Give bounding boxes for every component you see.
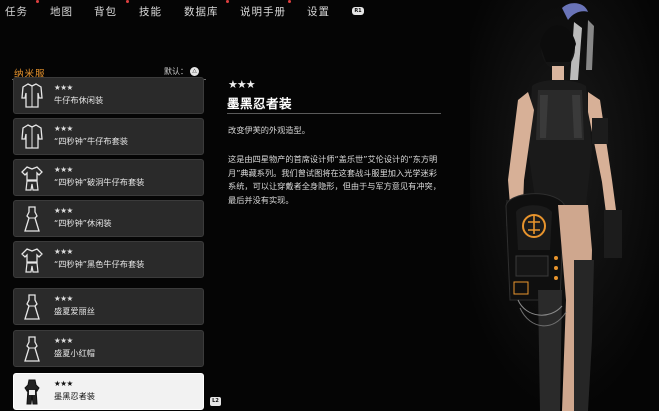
- character-model: [470, 0, 659, 411]
- outfit-item[interactable]: ★★★ 盛夏小红帽: [13, 330, 204, 367]
- ninja-suit-icon: [24, 379, 40, 405]
- default-hint[interactable]: 默认： △: [164, 66, 199, 77]
- outfit-name: 牛仔布休闲装: [54, 95, 104, 105]
- outfit-item[interactable]: ★★★ “四秒钟”牛仔布套装: [13, 118, 204, 155]
- rarity-stars: ★★★: [54, 294, 73, 303]
- outfit-name: 墨黑忍者装: [54, 391, 95, 401]
- dress-icon: [24, 294, 40, 320]
- outfit-item[interactable]: ★★★ 盛夏爱丽丝: [13, 288, 204, 325]
- nav-tab-skills[interactable]: 技能: [139, 4, 162, 19]
- nav-notification-dot: [226, 0, 229, 3]
- shirt-icon: [21, 248, 43, 273]
- outfit-item[interactable]: ★★★ “四秒钟”黑色牛仔布套装: [13, 241, 204, 278]
- nav-tab-database[interactable]: 数据库: [184, 4, 219, 19]
- detail-lore: 这是由四星物产的首席设计师“盖乐世”艾伦设计的“东方明月”典藏系列。我们曾试图将…: [228, 154, 441, 205]
- outfit-item[interactable]: ★★★ “四秒钟”休闲装: [13, 200, 204, 237]
- nav-tab-inventory[interactable]: 背包: [94, 4, 117, 19]
- outfit-name: “四秒钟”休闲装: [54, 218, 112, 228]
- default-label: 默认：: [164, 67, 188, 76]
- outfit-item[interactable]: ★★★ “四秒钟”破洞牛仔布套装: [13, 159, 204, 196]
- shirt-icon: [21, 166, 43, 191]
- jacket-icon: [21, 124, 43, 149]
- detail-title: 墨黑忍者装: [227, 96, 293, 111]
- rarity-stars: ★★★: [54, 379, 73, 388]
- r1-button-icon: R1: [352, 7, 364, 15]
- dress-icon: [24, 206, 40, 232]
- outfit-name: “四秒钟”黑色牛仔布套装: [54, 259, 145, 269]
- outfit-name: 盛夏小红帽: [54, 348, 95, 358]
- l2-button-icon: L2: [210, 397, 221, 406]
- outfit-name: “四秒钟”破洞牛仔布套装: [54, 177, 145, 187]
- outfit-name: “四秒钟”牛仔布套装: [54, 136, 128, 146]
- rarity-stars: ★★★: [54, 165, 73, 174]
- divider: [227, 113, 441, 114]
- outfit-item-selected[interactable]: ★★★ 墨黑忍者装: [13, 373, 204, 410]
- nav-tab-map[interactable]: 地图: [50, 4, 73, 19]
- detail-rarity-stars: ★★★: [228, 78, 256, 91]
- detail-description: 改变伊芙的外观造型。: [228, 125, 310, 135]
- triangle-button-icon: △: [190, 67, 199, 76]
- rarity-stars: ★★★: [54, 124, 73, 133]
- jacket-icon: [21, 83, 43, 108]
- outfit-item[interactable]: ★★★ 牛仔布休闲装: [13, 77, 204, 114]
- nav-notification-dot: [288, 0, 291, 3]
- rarity-stars: ★★★: [54, 247, 73, 256]
- nav-notification-dot: [36, 0, 39, 3]
- rarity-stars: ★★★: [54, 336, 73, 345]
- outfit-name: 盛夏爱丽丝: [54, 306, 95, 316]
- nav-tab-manual[interactable]: 说明手册: [240, 4, 286, 19]
- nav-tab-settings[interactable]: 设置: [307, 4, 330, 19]
- nav-notification-dot: [126, 0, 129, 3]
- dress-icon: [24, 336, 40, 362]
- rarity-stars: ★★★: [54, 206, 73, 215]
- nav-tab-missions[interactable]: 任务: [5, 4, 28, 19]
- rarity-stars: ★★★: [54, 83, 73, 92]
